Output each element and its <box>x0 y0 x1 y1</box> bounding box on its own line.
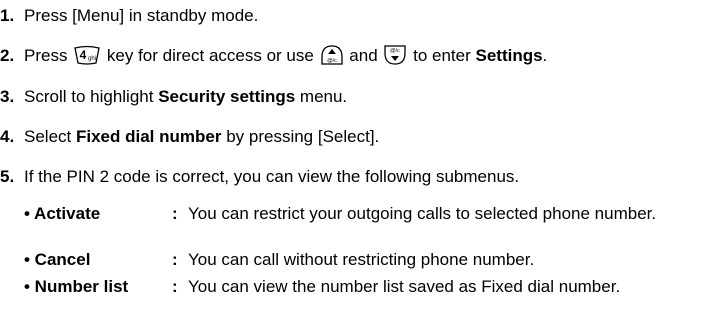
menu-name: Fixed dial number <box>75 127 222 146</box>
step-number: 2. <box>0 46 15 65</box>
nav-up-key-icon: @/c <box>319 43 345 67</box>
instruction-page: 1. Press [Menu] in standby mode. 2. Press … <box>0 0 701 319</box>
settings-label: Settings <box>475 46 543 65</box>
step-5: 5. If the PIN 2 code is correct, you can … <box>0 165 519 189</box>
submenu-cancel: • Cancel : You can call without restrict… <box>24 249 694 271</box>
key-glyph-sub: ghi <box>88 56 96 62</box>
step-text: key for direct access or use <box>102 46 319 65</box>
step-text: Press <box>24 46 73 65</box>
key-glyph: 4 <box>80 48 87 62</box>
submenu-label: • Number list <box>24 277 129 296</box>
submenu-description: You can view the number list saved as Fi… <box>188 277 621 296</box>
4ghi-key-icon: 4 ghi <box>72 44 102 66</box>
submenu-number-list: • Number list : You can view the number … <box>24 276 694 320</box>
submenu-colon: : <box>172 277 178 296</box>
step-1: 1. Press [Menu] in standby mode. <box>0 4 258 28</box>
step-text: and <box>344 46 383 65</box>
step-number: 4. <box>0 127 15 146</box>
submenu-description: You can call without restricting phone n… <box>188 250 535 269</box>
key-glyph-sub: @/c <box>390 48 400 54</box>
submenu-colon: : <box>172 250 178 269</box>
step-number: 3. <box>0 87 15 106</box>
submenu-label: • Cancel <box>24 250 91 269</box>
menu-name: Security settings <box>158 87 296 106</box>
nav-down-key-icon: @/c <box>382 43 408 67</box>
submenu-activate: • Activate : You can restrict your outgo… <box>24 203 694 247</box>
step-number: 1. <box>0 6 15 25</box>
step-4: 4. Select Fixed dial number by pressing [… <box>0 125 379 149</box>
step-number: 5. <box>0 167 15 186</box>
step-text: . <box>542 46 548 65</box>
step-2: 2. Press 4 ghi key for direct access or u… <box>0 44 547 68</box>
submenu-description: You can restrict your outgoing calls to … <box>188 204 657 223</box>
step-text: Press [Menu] in standby mode. <box>24 6 259 25</box>
step-3: 3. Scroll to highlight Security settings … <box>0 85 347 109</box>
step-text: Select <box>24 127 76 146</box>
step-text: If the PIN 2 code is correct, you can vi… <box>24 167 520 186</box>
step-text: to enter <box>408 46 476 65</box>
key-glyph-sub: @/c <box>327 58 337 64</box>
step-text: menu. <box>295 87 348 106</box>
submenu-colon: : <box>172 204 178 223</box>
submenu-label: • Activate <box>24 204 101 223</box>
step-text: Scroll to highlight <box>24 87 159 106</box>
step-text: by pressing [Select]. <box>221 127 380 146</box>
